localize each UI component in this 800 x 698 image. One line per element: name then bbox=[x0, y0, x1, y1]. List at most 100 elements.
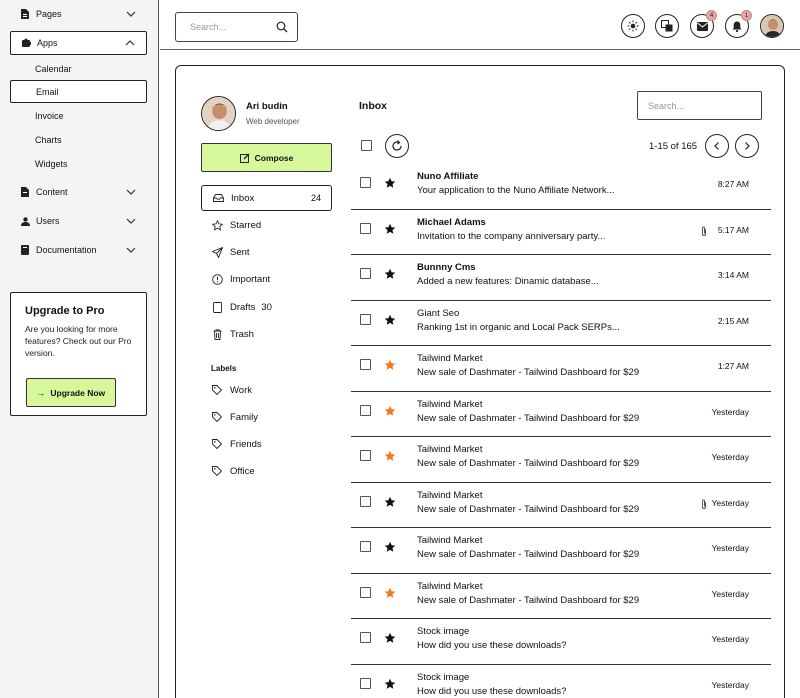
email-row[interactable]: Tailwind Market New sale of Dashmater - T… bbox=[351, 437, 771, 483]
email-checkbox[interactable] bbox=[360, 268, 371, 279]
email-row[interactable]: Tailwind Market New sale of Dashmater - T… bbox=[351, 528, 771, 574]
folder-important[interactable]: Important bbox=[201, 266, 332, 292]
tag-icon bbox=[210, 466, 224, 476]
star-icon[interactable] bbox=[384, 496, 396, 508]
nav-widgets[interactable]: Widgets bbox=[10, 152, 147, 175]
email-row[interactable]: Stock image How did you use these downloa… bbox=[351, 619, 771, 665]
email-time: Yesterday bbox=[711, 634, 750, 644]
star-icon[interactable] bbox=[384, 268, 396, 280]
star-icon[interactable] bbox=[384, 177, 396, 189]
email-checkbox[interactable] bbox=[360, 495, 371, 507]
email-checkbox[interactable] bbox=[360, 313, 371, 325]
folder-trash[interactable]: Trash bbox=[201, 321, 332, 347]
folder-inbox-count: 24 bbox=[310, 193, 321, 203]
email-row[interactable]: Michael Adams Invitation to the company a… bbox=[351, 210, 771, 255]
star-outline-icon bbox=[210, 219, 224, 231]
compose-button[interactable]: Compose bbox=[201, 143, 332, 172]
label-work[interactable]: Work bbox=[201, 377, 332, 403]
email-checkbox[interactable] bbox=[360, 450, 371, 461]
star-icon[interactable] bbox=[384, 678, 396, 690]
star-icon[interactable] bbox=[384, 314, 396, 326]
email-row[interactable]: Giant Seo Ranking 1st in organic and Loca… bbox=[351, 301, 771, 346]
nav-users[interactable]: Users bbox=[10, 209, 147, 233]
labels-heading: Labels bbox=[211, 364, 237, 373]
star-icon[interactable] bbox=[384, 223, 396, 235]
email-sender: Bunnny Cms bbox=[417, 262, 476, 273]
puzzle-icon bbox=[19, 38, 33, 48]
email-checkbox[interactable] bbox=[360, 177, 371, 188]
label-family[interactable]: Family bbox=[201, 404, 332, 430]
folder-drafts[interactable]: Drafts 30 bbox=[201, 294, 332, 320]
nav-content[interactable]: Content bbox=[10, 180, 147, 204]
email-checkbox[interactable] bbox=[360, 541, 371, 552]
folder-sent-label: Sent bbox=[230, 246, 250, 258]
global-search-placeholder: Search... bbox=[190, 22, 227, 32]
label-family-text: Family bbox=[230, 411, 258, 423]
email-subject: New sale of Dashmater - Tailwind Dashboa… bbox=[417, 367, 640, 378]
nav-pages[interactable]: Pages bbox=[10, 2, 147, 26]
folder-trash-label: Trash bbox=[230, 328, 254, 340]
messages-button[interactable]: 4 bbox=[690, 10, 717, 38]
upgrade-now-button[interactable]: → Upgrade Now bbox=[26, 378, 116, 407]
label-office[interactable]: Office bbox=[201, 458, 332, 484]
folder-inbox[interactable]: Inbox 24 bbox=[201, 185, 332, 211]
folder-sent[interactable]: Sent bbox=[201, 239, 332, 265]
star-icon[interactable] bbox=[384, 359, 396, 371]
email-time: Yesterday bbox=[711, 452, 750, 462]
nav-charts[interactable]: Charts bbox=[10, 128, 147, 151]
star-icon[interactable] bbox=[384, 450, 396, 462]
chevron-down-icon bbox=[126, 189, 136, 195]
email-checkbox[interactable] bbox=[360, 404, 371, 416]
user-avatar[interactable] bbox=[760, 14, 784, 38]
select-all-checkbox[interactable] bbox=[361, 140, 372, 151]
email-sender: Stock image bbox=[417, 626, 470, 637]
email-checkbox[interactable] bbox=[360, 222, 371, 234]
sidebar: Pages Apps Calendar Email Invoice Charts… bbox=[0, 0, 159, 698]
folder-starred-label: Starred bbox=[230, 219, 262, 231]
email-row[interactable]: Stock image How did you use these downloa… bbox=[351, 665, 771, 698]
nav-calendar[interactable]: Calendar bbox=[10, 57, 147, 80]
star-icon[interactable] bbox=[384, 587, 396, 599]
nav-users-label: Users bbox=[36, 216, 60, 226]
email-row[interactable]: Tailwind Market New sale of Dashmater - T… bbox=[351, 574, 771, 619]
nav-apps[interactable]: Apps bbox=[10, 31, 147, 55]
email-row[interactable]: Nuno Affiliate Your application to the Nu… bbox=[351, 164, 771, 210]
refresh-button[interactable] bbox=[385, 134, 409, 158]
email-time: Yesterday bbox=[711, 588, 750, 599]
email-sender: Michael Adams bbox=[417, 216, 486, 228]
folder-important-label: Important bbox=[230, 273, 271, 285]
paperclip-icon bbox=[702, 226, 706, 236]
tag-icon bbox=[210, 412, 224, 422]
email-row[interactable]: Tailwind Market New sale of Dashmater - T… bbox=[351, 483, 771, 528]
nav-invoice[interactable]: Invoice bbox=[10, 104, 147, 127]
global-search-input[interactable]: Search... bbox=[175, 12, 298, 42]
nav-email[interactable]: Email bbox=[10, 80, 147, 103]
email-sender: Stock image bbox=[417, 671, 470, 683]
next-page-button[interactable] bbox=[735, 134, 759, 158]
nav-content-label: Content bbox=[36, 187, 68, 197]
folder-starred[interactable]: Starred bbox=[201, 212, 332, 238]
translate-button[interactable] bbox=[655, 14, 679, 38]
star-icon[interactable] bbox=[384, 632, 396, 644]
email-time: Yesterday bbox=[711, 497, 750, 508]
email-row[interactable]: Bunnny Cms Added a new features: Dinamic … bbox=[351, 255, 771, 301]
prev-page-button[interactable] bbox=[705, 134, 729, 158]
nav-documentation[interactable]: Documentation bbox=[10, 238, 147, 262]
email-sender: Nuno Affiliate bbox=[417, 171, 479, 182]
email-row[interactable]: Tailwind Market New sale of Dashmater - T… bbox=[351, 346, 771, 392]
email-checkbox[interactable] bbox=[360, 632, 371, 643]
email-checkbox[interactable] bbox=[360, 359, 371, 370]
star-icon[interactable] bbox=[384, 541, 396, 553]
email-checkbox[interactable] bbox=[360, 586, 371, 598]
email-time: 1:27 AM bbox=[717, 361, 749, 371]
notifications-button[interactable]: 1 bbox=[725, 10, 752, 38]
email-checkbox[interactable] bbox=[360, 677, 371, 689]
label-friends[interactable]: Friends bbox=[201, 431, 332, 457]
nav-apps-label: Apps bbox=[37, 38, 58, 48]
star-icon[interactable] bbox=[384, 405, 396, 417]
email-row[interactable]: Tailwind Market New sale of Dashmater - T… bbox=[351, 392, 771, 437]
inbox-search-input[interactable]: Search... bbox=[637, 91, 762, 120]
tag-icon bbox=[210, 385, 224, 395]
theme-toggle-button[interactable] bbox=[621, 14, 645, 38]
trash-icon bbox=[210, 328, 224, 340]
